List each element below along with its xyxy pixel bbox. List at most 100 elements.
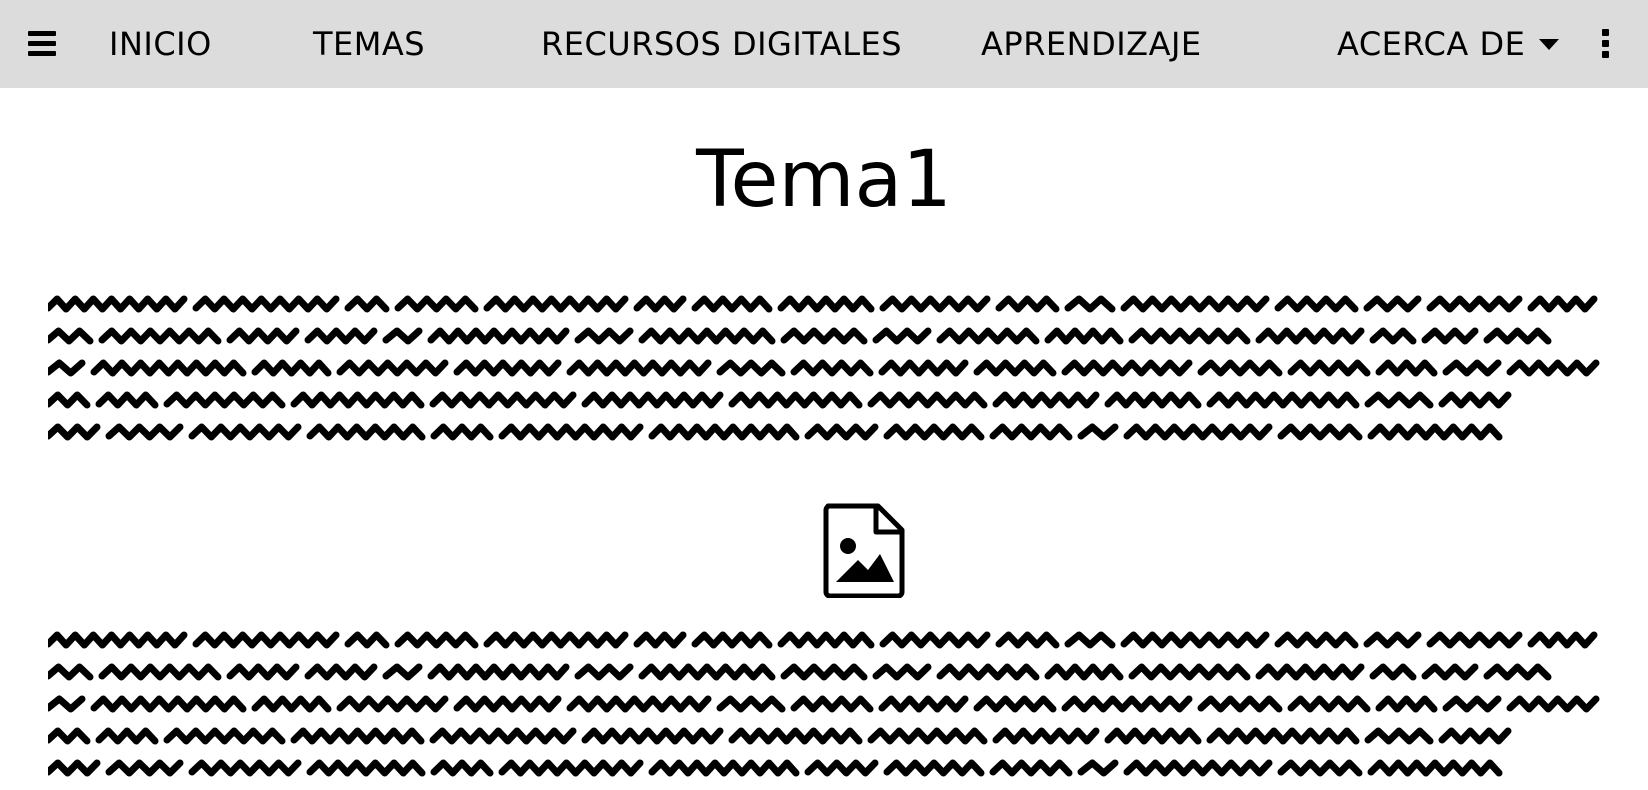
nav-item-acerca-de-label: ACERCA DE (1337, 25, 1526, 63)
scribble-word (780, 327, 868, 345)
scribble-word (989, 759, 1073, 777)
scribble-word (1197, 695, 1283, 713)
scribble-word (1104, 727, 1202, 745)
scribble-word (344, 631, 390, 649)
placeholder-paragraph-1 (48, 290, 1608, 450)
scribble-word (290, 727, 425, 745)
nav-item-temas[interactable]: TEMAS (313, 22, 425, 66)
scribble-word (48, 759, 101, 777)
hamburger-menu-icon[interactable] (28, 31, 56, 57)
scribble-word (1255, 663, 1365, 681)
scribble-word (430, 423, 494, 441)
scribble-word (427, 327, 570, 345)
scribble-word (1426, 295, 1523, 313)
scribble-word (188, 423, 302, 441)
scribble-word (1421, 327, 1479, 345)
scribble-word (394, 295, 479, 313)
nav-item-inicio[interactable]: INICIO (109, 22, 212, 66)
scribble-word (777, 295, 875, 313)
scribble-word (872, 663, 932, 681)
scribble-word (1426, 631, 1523, 649)
scribble-word (728, 391, 863, 409)
scribble-word (1123, 423, 1273, 441)
scribble-word (48, 391, 91, 409)
scribble-word (1527, 295, 1598, 313)
scribble-word (790, 695, 874, 713)
scribble-word (1104, 391, 1202, 409)
scribble-word (883, 759, 985, 777)
scribble-word (1367, 759, 1503, 777)
scribble-word (1197, 359, 1283, 377)
scribble-word (382, 327, 423, 345)
scribble-word (163, 727, 286, 745)
scribble-word (992, 727, 1100, 745)
scribble-word (867, 727, 988, 745)
scribble-word (1287, 359, 1371, 377)
scribble-word (780, 663, 868, 681)
nav-item-recursos-digitales[interactable]: RECURSOS DIGITALES (541, 22, 902, 66)
scribble-word (453, 695, 562, 713)
scribble-word (427, 663, 570, 681)
placeholder-paragraph-2 (48, 626, 1608, 790)
scribble-word (716, 695, 786, 713)
scribble-word (48, 663, 94, 681)
scribble-word (306, 423, 426, 441)
scribble-word (1128, 663, 1251, 681)
scribble-word (429, 391, 577, 409)
scribble-word (867, 391, 988, 409)
scribble-word (878, 359, 969, 377)
scribble-word (483, 295, 629, 313)
nav-item-acerca-de[interactable]: ACERCA DE (1337, 22, 1560, 66)
scribble-word (633, 631, 687, 649)
scribble-word (48, 327, 94, 345)
scribble-word (1506, 695, 1600, 713)
scribble-word (394, 631, 479, 649)
scribble-word (1483, 327, 1552, 345)
scribble-word (992, 391, 1100, 409)
scribble-word (872, 327, 932, 345)
scribble-word (581, 391, 724, 409)
scribble-word (105, 423, 184, 441)
scribble-word (95, 727, 159, 745)
scribble-word (1364, 727, 1434, 745)
scribble-word (973, 695, 1057, 713)
scribble-word (453, 359, 562, 377)
scribble-word (790, 359, 874, 377)
scribble-word (192, 295, 340, 313)
scribble-word (251, 695, 332, 713)
page-title: Tema1 (696, 135, 952, 225)
scribble-word (728, 727, 863, 745)
scribble-word (989, 423, 1073, 441)
scribble-word (1369, 663, 1417, 681)
scribble-word (777, 631, 875, 649)
scribble-word (1506, 359, 1600, 377)
scribble-word (1077, 759, 1119, 777)
scribble-word (995, 295, 1060, 313)
scribble-word (1277, 759, 1363, 777)
caret-down-icon (1539, 38, 1560, 50)
scribble-word (429, 727, 577, 745)
scribble-word (48, 359, 86, 377)
scribble-word (574, 663, 634, 681)
scribble-word (48, 295, 188, 313)
scribble-word (98, 663, 222, 681)
scribble-word (306, 759, 426, 777)
scribble-word (98, 327, 222, 345)
scribble-word (716, 359, 786, 377)
scribble-word (48, 727, 91, 745)
scribble-word (1287, 695, 1371, 713)
scribble-word (1274, 295, 1359, 313)
nav-item-aprendizaje[interactable]: APRENDIZAJE (981, 22, 1202, 66)
top-navbar: INICIO TEMAS RECURSOS DIGITALES APRENDIZ… (0, 0, 1648, 88)
scribble-word (1527, 631, 1598, 649)
scribble-word (1375, 359, 1438, 377)
scribble-word (1277, 423, 1363, 441)
scribble-word (1364, 391, 1434, 409)
scribble-word (48, 423, 101, 441)
scribble-word (973, 359, 1057, 377)
scribble-word (879, 631, 991, 649)
image-file-icon (822, 502, 906, 599)
vertical-dots-icon[interactable] (1600, 29, 1610, 59)
scribble-word (382, 663, 423, 681)
scribble-word (648, 759, 800, 777)
